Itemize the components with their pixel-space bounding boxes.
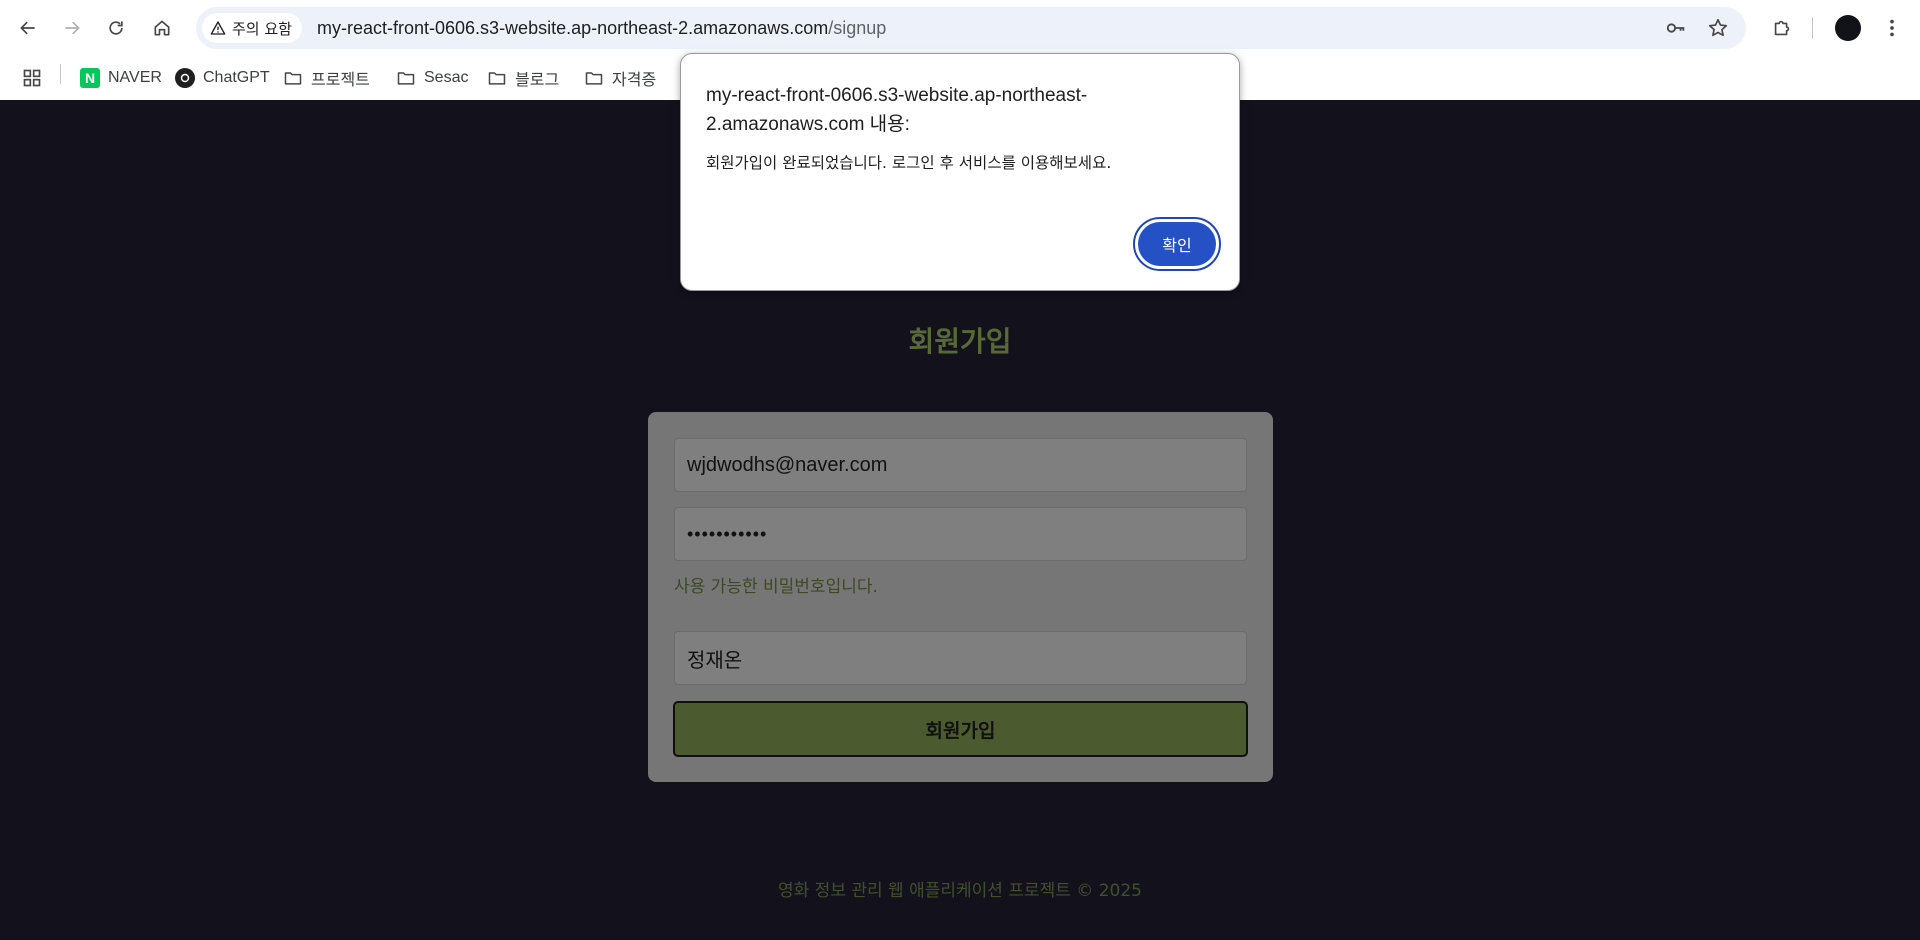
key-icon: [1666, 23, 1685, 33]
bookmark-folder-project[interactable]: 프로젝트: [283, 64, 370, 92]
apps-button[interactable]: [22, 64, 42, 92]
alert-dialog: my-react-front-0606.s3-website.ap-northe…: [680, 53, 1240, 291]
bookmark-star-button[interactable]: [1704, 14, 1732, 42]
url-text[interactable]: my-react-front-0606.s3-website.ap-northe…: [317, 7, 886, 49]
password-key-button[interactable]: [1662, 14, 1690, 42]
forward-arrow-icon: [65, 21, 80, 35]
toolbar-divider: [1812, 17, 1813, 39]
address-bar[interactable]: 주의 요함 my-react-front-0606.s3-website.ap-…: [196, 7, 1746, 49]
signup-submit-button[interactable]: 회원가입: [673, 701, 1248, 757]
password-valid-message: 사용 가능한 비밀번호입니다.: [674, 577, 878, 597]
footer-text: 영화 정보 관리 웹 애플리케이션 프로젝트 © 2025: [778, 881, 1142, 901]
dialog-ok-label: 확인: [1138, 222, 1216, 266]
browser-toolbar: 주의 요함 my-react-front-0606.s3-website.ap-…: [0, 0, 1920, 56]
signup-form: wjdwodhs@naver.com ••••••••••• 사용 가능한 비밀…: [648, 412, 1273, 782]
url-path: /signup: [828, 18, 887, 38]
chatgpt-icon: [175, 68, 195, 88]
home-button[interactable]: [144, 10, 180, 46]
folder-icon: [397, 72, 415, 85]
naver-icon: N: [80, 68, 100, 88]
bookmark-label: 블로그: [515, 72, 560, 89]
reload-button[interactable]: [98, 10, 134, 46]
password-input[interactable]: •••••••••••: [674, 507, 1247, 561]
dialog-message: 회원가입이 완료되었습니다. 로그인 후 서비스를 이용해보세요.: [706, 154, 1112, 172]
home-icon: [154, 20, 170, 36]
dialog-ok-button[interactable]: 확인: [1133, 217, 1221, 271]
back-arrow-icon: [20, 21, 35, 35]
bookmark-label: NAVER: [108, 69, 162, 86]
bookmark-folder-cert[interactable]: 자격증: [584, 64, 656, 92]
bookmark-folder-sesac[interactable]: Sesac: [396, 64, 468, 92]
more-vertical-icon: [1890, 19, 1894, 37]
bookmark-label: ChatGPT: [203, 69, 270, 86]
apps-grid-icon: [23, 69, 41, 87]
reload-icon: [109, 21, 123, 35]
page-title: 회원가입: [908, 325, 1012, 358]
dialog-title: my-react-front-0606.s3-website.ap-northe…: [706, 85, 1088, 135]
url-host: my-react-front-0606.s3-website.ap-northe…: [317, 18, 829, 38]
folder-icon: [284, 72, 302, 85]
bookmark-label: Sesac: [424, 69, 469, 86]
puzzle-icon: [1774, 20, 1790, 36]
security-chip-label: 주의 요함: [232, 19, 292, 38]
profile-avatar[interactable]: [1835, 15, 1861, 41]
name-input[interactable]: 정재온: [674, 631, 1247, 685]
back-button[interactable]: [10, 10, 46, 46]
bookmark-label: 프로젝트: [311, 72, 370, 89]
bookmarks-divider: [60, 64, 61, 84]
warning-icon: [210, 21, 226, 35]
forward-button[interactable]: [54, 10, 90, 46]
email-input[interactable]: wjdwodhs@naver.com: [674, 438, 1247, 492]
security-chip[interactable]: 주의 요함: [202, 13, 302, 43]
menu-button[interactable]: [1876, 12, 1908, 44]
folder-icon: [488, 72, 506, 85]
extensions-button[interactable]: [1766, 12, 1798, 44]
bookmark-chatgpt[interactable]: ChatGPT: [175, 64, 270, 92]
star-icon: [1708, 18, 1728, 37]
bookmark-folder-blog[interactable]: 블로그: [487, 64, 559, 92]
bookmark-label: 자격증: [612, 72, 657, 89]
bookmark-naver[interactable]: N NAVER: [80, 64, 162, 92]
folder-icon: [585, 72, 603, 85]
